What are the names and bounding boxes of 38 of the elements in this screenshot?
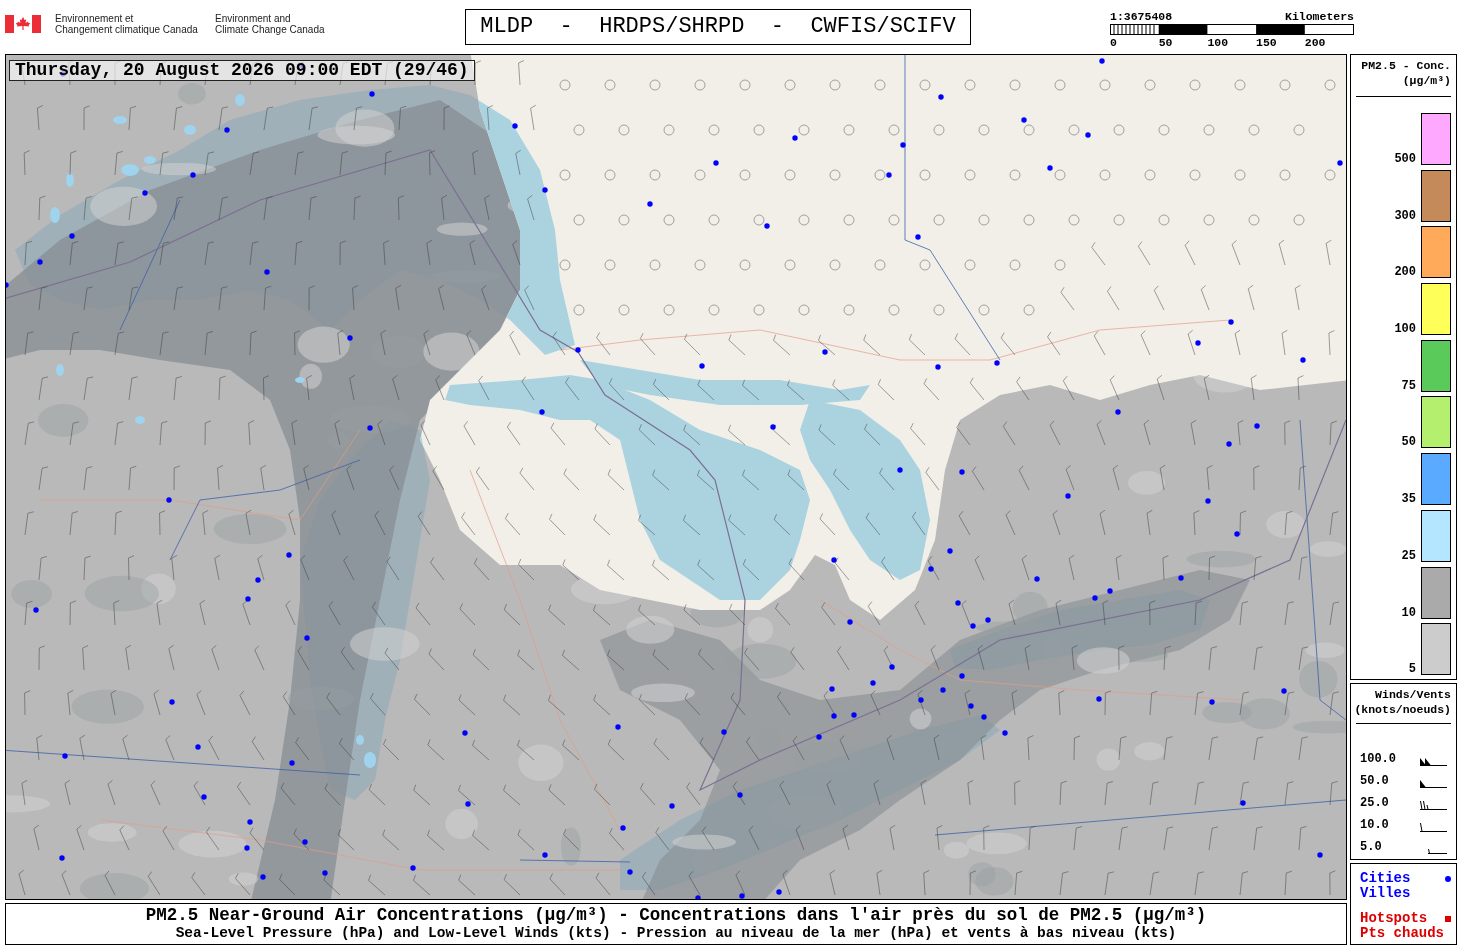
caption-title: PM2.5 Near-Ground Air Concentrations (µg/m³) - Concentrations dans l'air près du sol de PM2.5 (µg/m³) <box>145 906 1207 925</box>
map-title: MLDP - HRDPS/SHRPD - CWFIS/SCIFV <box>465 9 971 45</box>
wind-speed-label: 100.0 <box>1360 752 1396 766</box>
timestamp-label: Thursday, 20 August 2026 09:00 EDT (29/46) <box>9 60 475 81</box>
legend-title: Winds/Vents <box>1375 687 1451 702</box>
scale-tick-label: 100 <box>1207 37 1230 49</box>
caption-subtitle: Sea-Level Pressure (hPa) and Low-Level Winds (kts) - Pression au niveau de la mer (hPa) et vents à bas niveau (kts) <box>175 925 1177 941</box>
legend-label: Cities Villes <box>1360 871 1411 901</box>
legend-unit: (µg/m³) <box>1402 73 1451 88</box>
concentration-label: 35 <box>1401 493 1416 506</box>
agency-name: Environnement et Changement climatique Canada <box>55 13 199 35</box>
legend-unit: (knots/noeuds) <box>1354 702 1451 717</box>
wind-speed-label: 5.0 <box>1360 840 1382 854</box>
scale-tick-label: 200 <box>1304 37 1327 49</box>
scale-tick-label: 50 <box>1158 37 1174 49</box>
scale-unit: Kilometers <box>1285 11 1354 23</box>
concentration-label: 5 <box>1408 663 1416 676</box>
concentration-label: 300 <box>1394 209 1416 222</box>
scale-ratio: 1:3675408 <box>1110 11 1173 23</box>
agency-name: Environment and Climate Change Canada <box>215 13 326 35</box>
legend-title: PM2.5 - Conc. <box>1361 58 1451 73</box>
concentration-label: 25 <box>1401 549 1416 562</box>
concentration-label: 50 <box>1401 436 1416 449</box>
wind-speed-label: 25.0 <box>1360 796 1389 810</box>
concentration-label: 500 <box>1394 153 1416 165</box>
concentration-label: 200 <box>1394 266 1416 279</box>
wind-barb-icon <box>1420 821 1447 832</box>
scale-tick-label: 0 <box>1110 37 1118 49</box>
wind-speed-label: 10.0 <box>1360 818 1389 832</box>
scale-tick-label: 150 <box>1256 37 1278 49</box>
flag-icon <box>5 15 41 33</box>
concentration-label: 100 <box>1394 323 1416 336</box>
concentration-label: 75 <box>1401 379 1416 392</box>
wind-barb-icon <box>1428 848 1447 854</box>
concentration-label: 10 <box>1401 606 1416 619</box>
legend-label: Hotspots Pts chauds <box>1360 911 1444 941</box>
wind-speed-label: 50.0 <box>1360 774 1389 788</box>
wind-barb-icon <box>1420 799 1447 810</box>
